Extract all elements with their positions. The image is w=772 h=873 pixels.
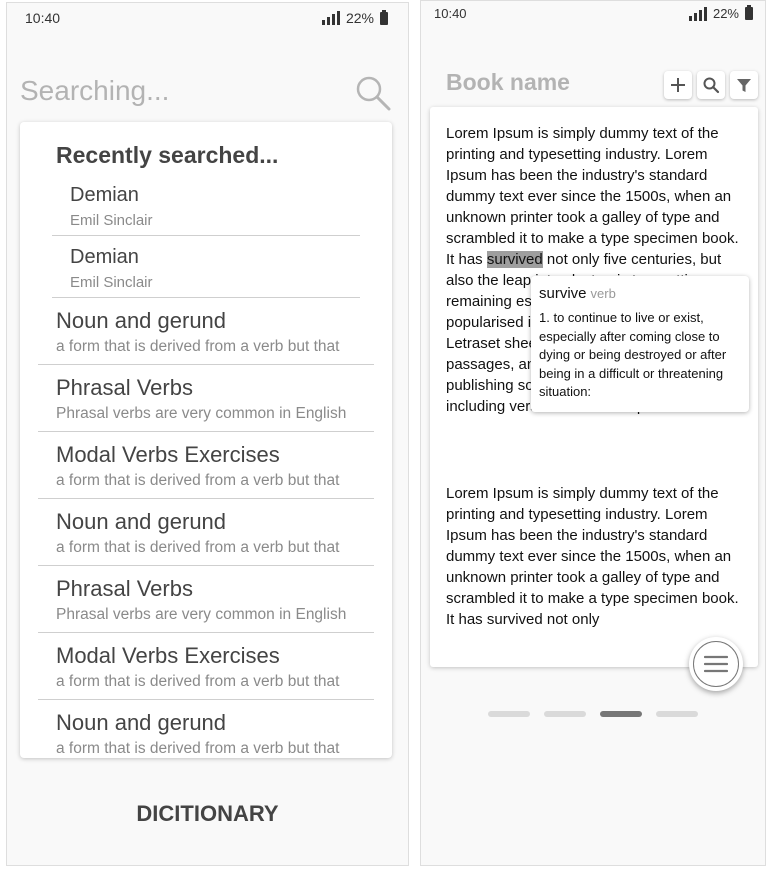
battery-percent: 22% [712,6,739,21]
signal-icon [688,6,707,21]
page-dot-active[interactable] [600,711,642,717]
filter-button[interactable] [730,71,758,99]
highlighted-word[interactable]: survived [486,251,543,268]
recent-searches-card: Recently searched... Demian Emil Sinclai… [20,122,392,758]
page-indicator [488,711,698,717]
search-title[interactable]: Searching... [20,75,169,107]
recent-word-item[interactable]: Noun and gerund a form that is derived f… [38,499,374,566]
recent-word-item[interactable]: Noun and gerund a form that is derived f… [38,298,374,365]
popup-part-of-speech: verb [590,286,616,301]
popup-definition: 1. to continue to live or exist, especia… [539,310,727,399]
status-right: 22% [688,5,753,21]
search-screen: 10:40 22% Searching... Recently searched… [6,2,409,866]
search-icon [703,77,720,94]
battery-percent: 22% [345,10,374,26]
word-description: a form that is derived from a verb but t… [56,338,340,355]
status-bar: 10:40 22% [421,1,765,31]
recent-word-item[interactable]: Modal Verbs Exercises a form that is der… [38,633,374,700]
app-name: DICITIONARY [136,801,279,826]
signal-icon [321,11,340,25]
page-dot[interactable] [656,711,698,717]
recent-heading: Recently searched... [56,142,279,168]
word-title: Noun and gerund [56,710,227,735]
word-title: Modal Verbs Exercises [56,442,280,467]
word-description: a form that is derived from a verb but t… [56,539,340,556]
recent-book-author: Emil Sinclair [70,274,153,291]
status-time: 10:40 [25,10,61,26]
menu-fab[interactable] [689,637,743,691]
word-description: a form that is derived from a verb but t… [56,472,340,489]
word-title: Noun and gerund [56,308,227,333]
plus-icon [671,78,685,92]
recent-book-author: Emil Sinclair [70,212,153,229]
status-bar: 10:40 22% [7,3,408,33]
word-title: Phrasal Verbs [56,375,193,400]
word-title: Noun and gerund [56,509,227,534]
battery-icon [380,9,388,25]
filter-icon [737,79,751,92]
word-description: a form that is derived from a verb but t… [56,740,340,757]
page-dot[interactable] [544,711,586,717]
word-description: Phrasal verbs are very common in English [56,405,347,422]
word-title: Modal Verbs Exercises [56,643,280,668]
recent-word-item[interactable]: Phrasal Verbs Phrasal verbs are very com… [38,566,374,633]
word-description: Phrasal verbs are very common in English [56,606,347,623]
recent-book-title: Demian [70,184,139,206]
search-button[interactable] [697,71,725,99]
paragraph-1-before: Lorem Ipsum is simply dummy text of the … [446,125,739,268]
popup-word-line: survive verb [539,285,616,302]
fab-ring [693,641,739,687]
book-name: Book name [446,69,570,95]
word-description: a form that is derived from a verb but t… [56,673,340,690]
search-icon[interactable] [353,73,393,113]
recent-book-item[interactable]: Demian Emil Sinclair [52,174,360,236]
recent-word-item[interactable]: Phrasal Verbs Phrasal verbs are very com… [38,365,374,432]
page-dot[interactable] [488,711,530,717]
recent-word-item[interactable]: Modal Verbs Exercises a form that is der… [38,432,374,499]
recent-book-title: Demian [70,246,139,268]
recent-word-item[interactable]: Noun and gerund a form that is derived f… [38,700,374,758]
reader-screen: 10:40 22% Book name Lorem Ipsum is simpl… [420,0,766,866]
definition-popup[interactable]: survive verb 1. to continue to live or ex… [531,276,749,412]
popup-word: survive [539,285,587,302]
add-button[interactable] [664,71,692,99]
recent-book-item[interactable]: Demian Emil Sinclair [52,236,360,298]
hamburger-icon [704,655,728,673]
word-title: Phrasal Verbs [56,576,193,601]
battery-icon [745,5,753,20]
paragraph-2: Lorem Ipsum is simply dummy text of the … [446,485,739,628]
status-time: 10:40 [434,6,467,21]
status-right: 22% [321,9,388,26]
